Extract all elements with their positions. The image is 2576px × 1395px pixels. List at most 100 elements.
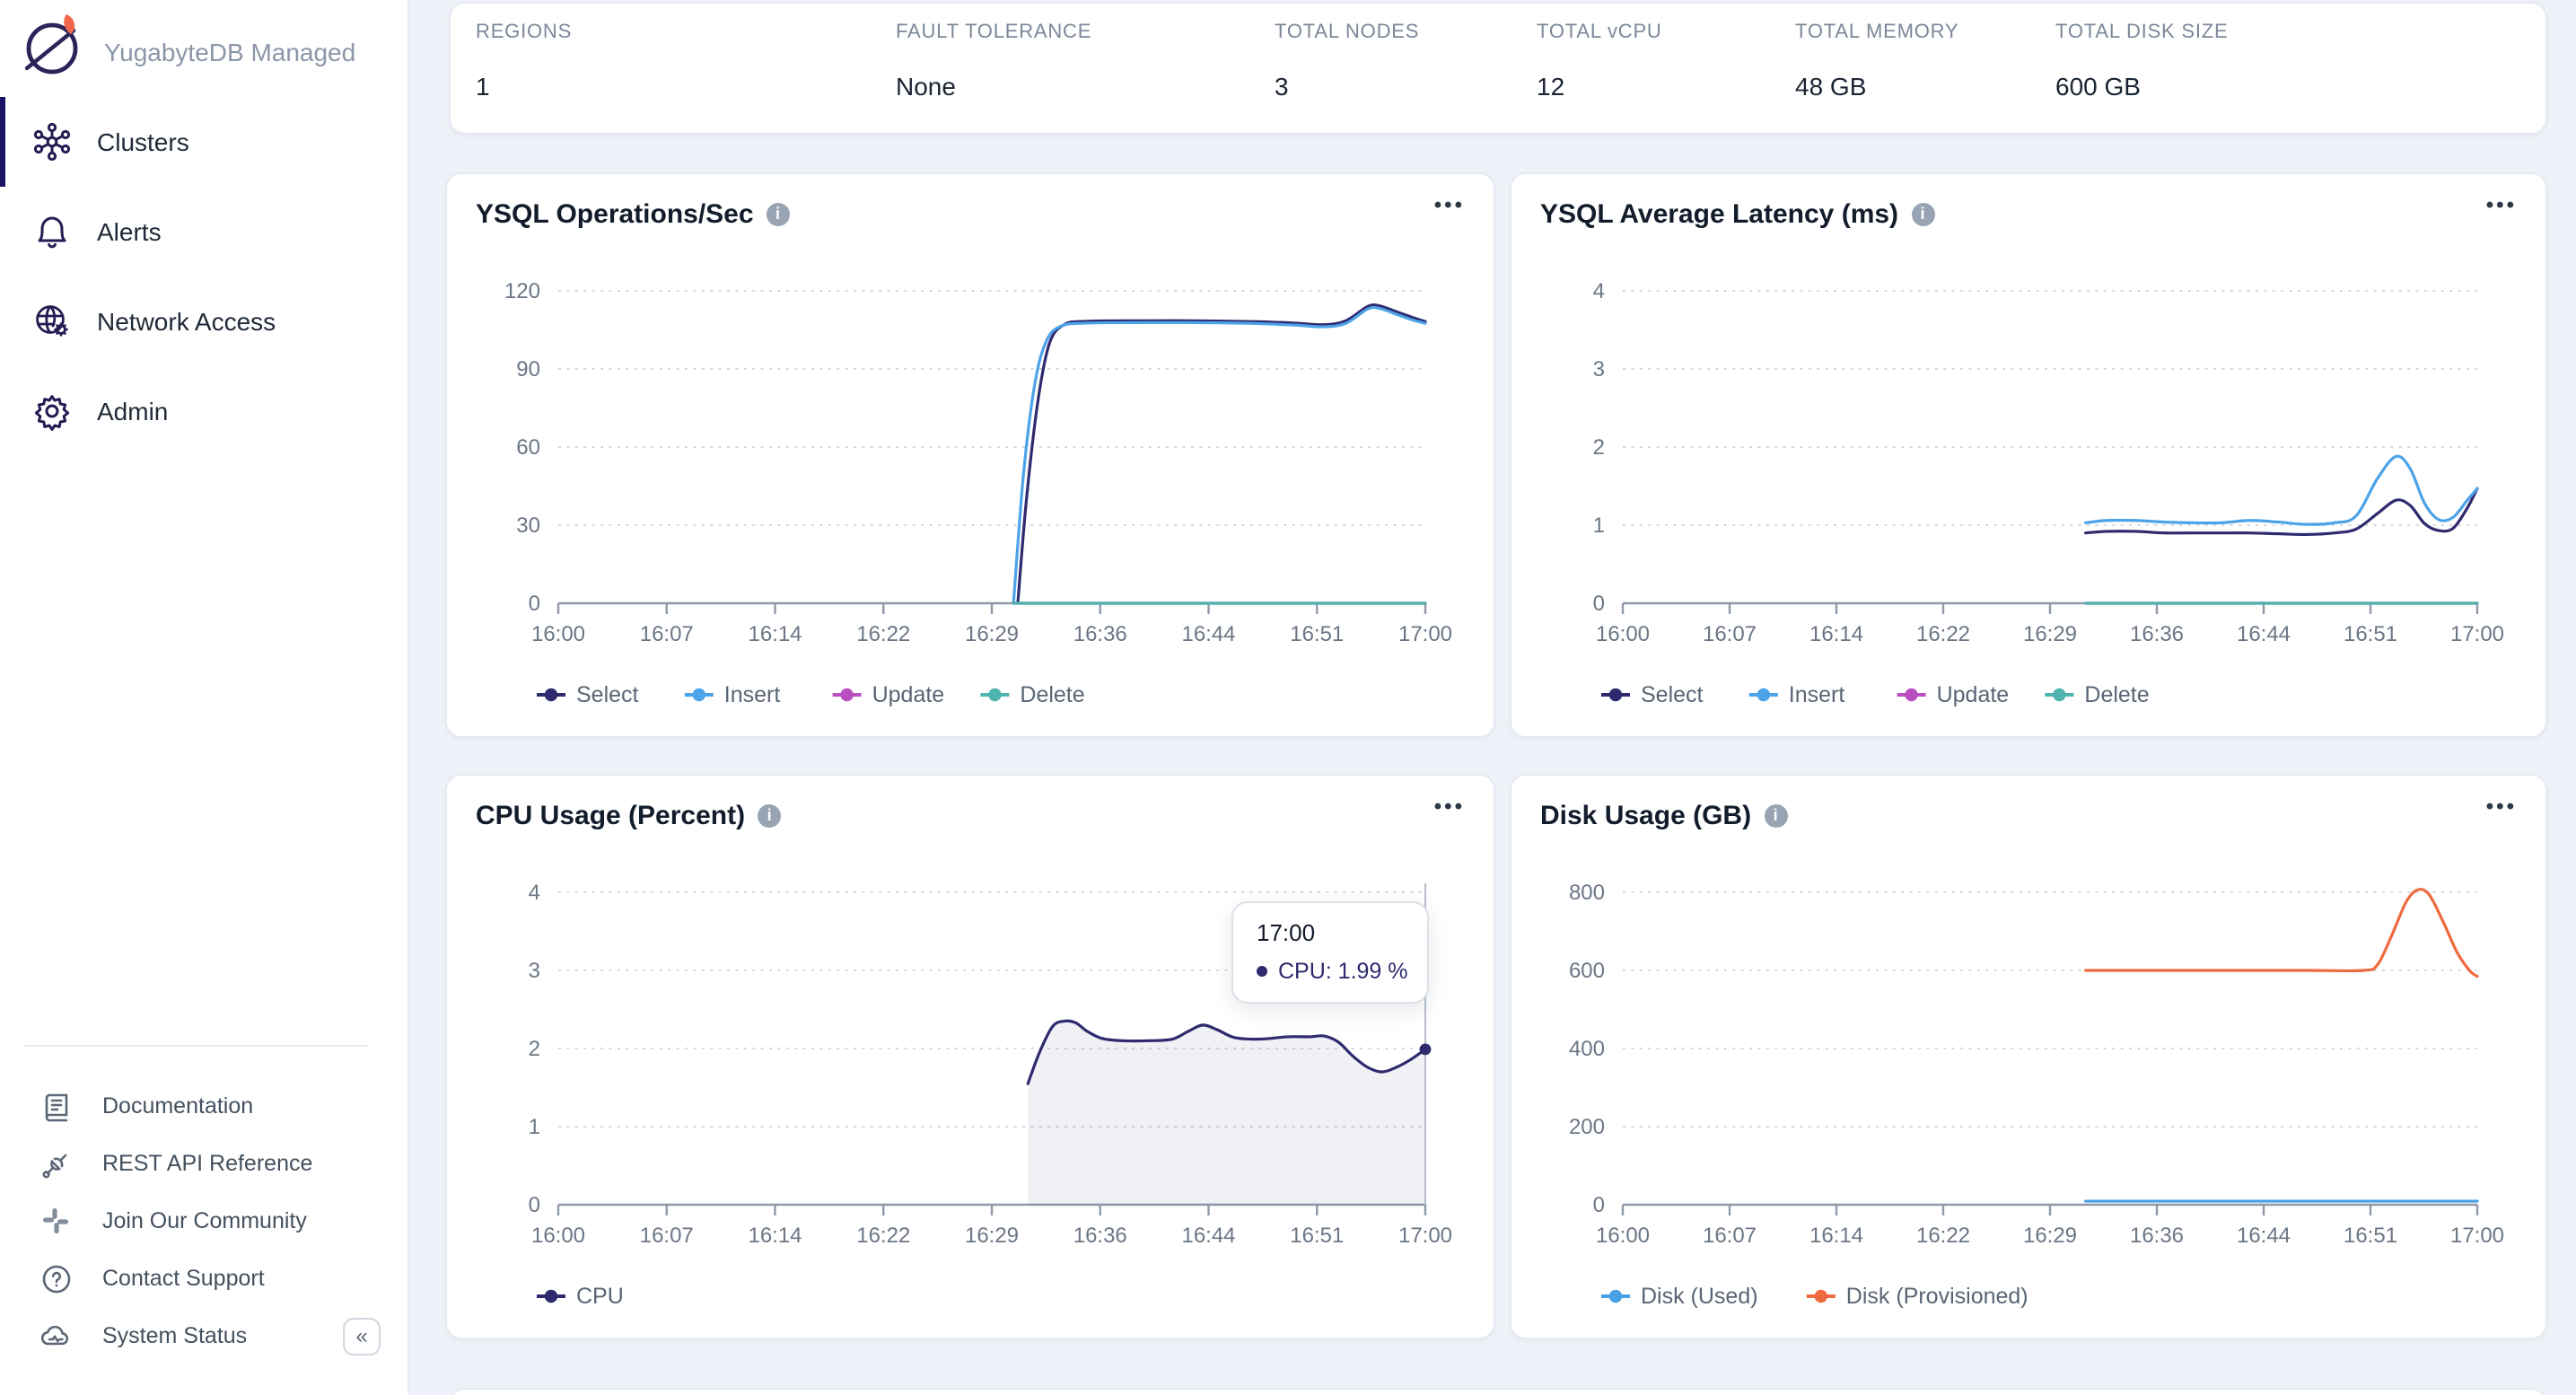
svg-text:60: 60 xyxy=(516,435,540,460)
sidebar-item-system-status[interactable]: System Status xyxy=(0,1307,247,1364)
svg-text:Disk (Provisioned): Disk (Provisioned) xyxy=(1846,1284,2028,1309)
svg-text:2: 2 xyxy=(529,1037,540,1061)
brand-name: YugabyteDB Managed xyxy=(104,37,355,66)
disk-usage-chart: 020040060080016:0016:0716:1416:2216:2916… xyxy=(1511,776,2545,1338)
svg-text:16:14: 16:14 xyxy=(748,622,802,646)
rest-api-icon xyxy=(39,1147,72,1180)
svg-text:16:14: 16:14 xyxy=(1809,622,1863,646)
next-row-card-edge xyxy=(449,1388,2547,1395)
sidebar-item-network-access[interactable]: Network Access xyxy=(0,276,407,366)
ellipsis-menu-icon[interactable]: ••• xyxy=(2486,794,2517,819)
tooltip-series-dot xyxy=(1257,966,1267,977)
svg-text:0: 0 xyxy=(529,1193,540,1217)
svg-text:1: 1 xyxy=(529,1115,540,1139)
info-icon[interactable]: i xyxy=(1764,804,1787,828)
sidebar-item-contact-support[interactable]: Contact Support xyxy=(0,1250,265,1307)
sidebar-item-documentation[interactable]: Documentation xyxy=(0,1077,253,1135)
svg-text:17:00: 17:00 xyxy=(1398,622,1452,646)
svg-text:Select: Select xyxy=(576,682,639,707)
svg-text:16:07: 16:07 xyxy=(640,622,694,646)
svg-text:17:00: 17:00 xyxy=(1398,1224,1452,1248)
ysql-operations-chart: 030609012016:0016:0716:1416:2216:2916:36… xyxy=(447,174,1494,736)
contact-support-icon xyxy=(39,1262,72,1294)
documentation-icon xyxy=(39,1090,72,1122)
sidebar-collapse-button[interactable]: « xyxy=(343,1318,381,1356)
footer-item-label: System Status xyxy=(102,1323,247,1348)
sidebar-divider xyxy=(23,1045,368,1047)
ellipsis-menu-icon[interactable]: ••• xyxy=(1434,794,1465,819)
svg-text:Insert: Insert xyxy=(724,682,781,707)
sidebar-item-label: Alerts xyxy=(97,217,162,246)
svg-text:16:29: 16:29 xyxy=(965,622,1019,646)
stat-value: 3 xyxy=(1275,72,1289,101)
stat-label: REGIONS xyxy=(476,22,572,43)
sidebar-item-admin[interactable]: Admin xyxy=(0,366,407,456)
sidebar-item-rest-api[interactable]: REST API Reference xyxy=(0,1135,312,1192)
svg-text:0: 0 xyxy=(1593,592,1605,616)
stat-value: 48 GB xyxy=(1795,72,1866,101)
svg-text:90: 90 xyxy=(516,357,540,382)
sidebar: YugabyteDB Managed Clusters xyxy=(0,0,409,1395)
svg-text:16:29: 16:29 xyxy=(2023,1224,2077,1248)
ellipsis-menu-icon[interactable]: ••• xyxy=(1434,192,1465,217)
svg-text:16:44: 16:44 xyxy=(1181,622,1235,646)
tooltip-time: 17:00 xyxy=(1257,919,1409,946)
svg-text:16:14: 16:14 xyxy=(1809,1224,1863,1248)
svg-text:Delete: Delete xyxy=(2084,682,2149,707)
svg-text:800: 800 xyxy=(1569,881,1605,905)
stat-value: 600 GB xyxy=(2055,72,2141,101)
stat-value: 12 xyxy=(1537,72,1564,101)
svg-text:2: 2 xyxy=(1593,435,1605,460)
svg-text:3: 3 xyxy=(1593,357,1605,382)
cluster-stats-bar: REGIONS 1 FAULT TOLERANCE None TOTAL NOD… xyxy=(449,2,2547,135)
brand: YugabyteDB Managed xyxy=(18,11,355,92)
svg-text:4: 4 xyxy=(1593,279,1605,303)
stat-label: TOTAL vCPU xyxy=(1537,22,1662,43)
sidebar-item-label: Clusters xyxy=(97,127,189,156)
chart-title: YSQL Operations/Sec xyxy=(476,199,754,230)
app-window: YugabyteDB Managed Clusters xyxy=(0,0,2576,1395)
admin-icon xyxy=(31,390,74,433)
ellipsis-menu-icon[interactable]: ••• xyxy=(2486,192,2517,217)
yugabytedb-logo-icon xyxy=(18,11,86,92)
svg-text:Select: Select xyxy=(1641,682,1704,707)
svg-text:CPU: CPU xyxy=(576,1284,624,1309)
footer-item-label: Documentation xyxy=(102,1093,253,1119)
cpu-usage-chart: 0123416:0016:0716:1416:2216:2916:3616:44… xyxy=(447,776,1494,1338)
chart-tooltip: 17:00 CPU: 1.99 % xyxy=(1231,901,1429,1004)
svg-text:3: 3 xyxy=(529,959,540,983)
svg-text:16:29: 16:29 xyxy=(965,1224,1019,1248)
info-icon[interactable]: i xyxy=(758,804,781,828)
svg-text:16:44: 16:44 xyxy=(2237,1224,2291,1248)
svg-text:16:29: 16:29 xyxy=(2023,622,2077,646)
stat-value: 1 xyxy=(476,72,490,101)
sidebar-item-alerts[interactable]: Alerts xyxy=(0,187,407,276)
stat-label: TOTAL DISK SIZE xyxy=(2055,22,2229,43)
info-icon[interactable]: i xyxy=(1911,203,1934,226)
stat-value: None xyxy=(896,72,956,101)
svg-text:400: 400 xyxy=(1569,1037,1605,1061)
stat-label: TOTAL MEMORY xyxy=(1795,22,1958,43)
svg-text:16:07: 16:07 xyxy=(1703,1224,1757,1248)
svg-text:16:14: 16:14 xyxy=(748,1224,802,1248)
info-icon[interactable]: i xyxy=(767,203,790,226)
footer-item-label: REST API Reference xyxy=(102,1151,312,1176)
disk-usage-card: Disk Usage (GB) i ••• 020040060080016:00… xyxy=(1510,774,2547,1339)
svg-text:16:51: 16:51 xyxy=(1290,622,1344,646)
svg-text:Disk (Used): Disk (Used) xyxy=(1641,1284,1758,1309)
sidebar-item-clusters[interactable]: Clusters xyxy=(0,97,407,187)
svg-text:600: 600 xyxy=(1569,959,1605,983)
network-access-icon xyxy=(31,300,74,343)
svg-text:Update: Update xyxy=(872,682,945,707)
chart-title: Disk Usage (GB) xyxy=(1540,801,1751,831)
sidebar-item-community[interactable]: Join Our Community xyxy=(0,1192,307,1250)
svg-text:30: 30 xyxy=(516,513,540,538)
svg-text:4: 4 xyxy=(529,881,540,905)
footer-item-label: Join Our Community xyxy=(102,1208,307,1233)
svg-text:16:22: 16:22 xyxy=(856,622,910,646)
chart-title: YSQL Average Latency (ms) xyxy=(1540,199,1898,230)
chart-title: CPU Usage (Percent) xyxy=(476,801,745,831)
svg-text:Insert: Insert xyxy=(1789,682,1845,707)
ysql-operations-card: YSQL Operations/Sec i ••• 030609012016:0… xyxy=(445,172,1495,738)
tooltip-value: CPU: 1.99 % xyxy=(1278,959,1408,984)
